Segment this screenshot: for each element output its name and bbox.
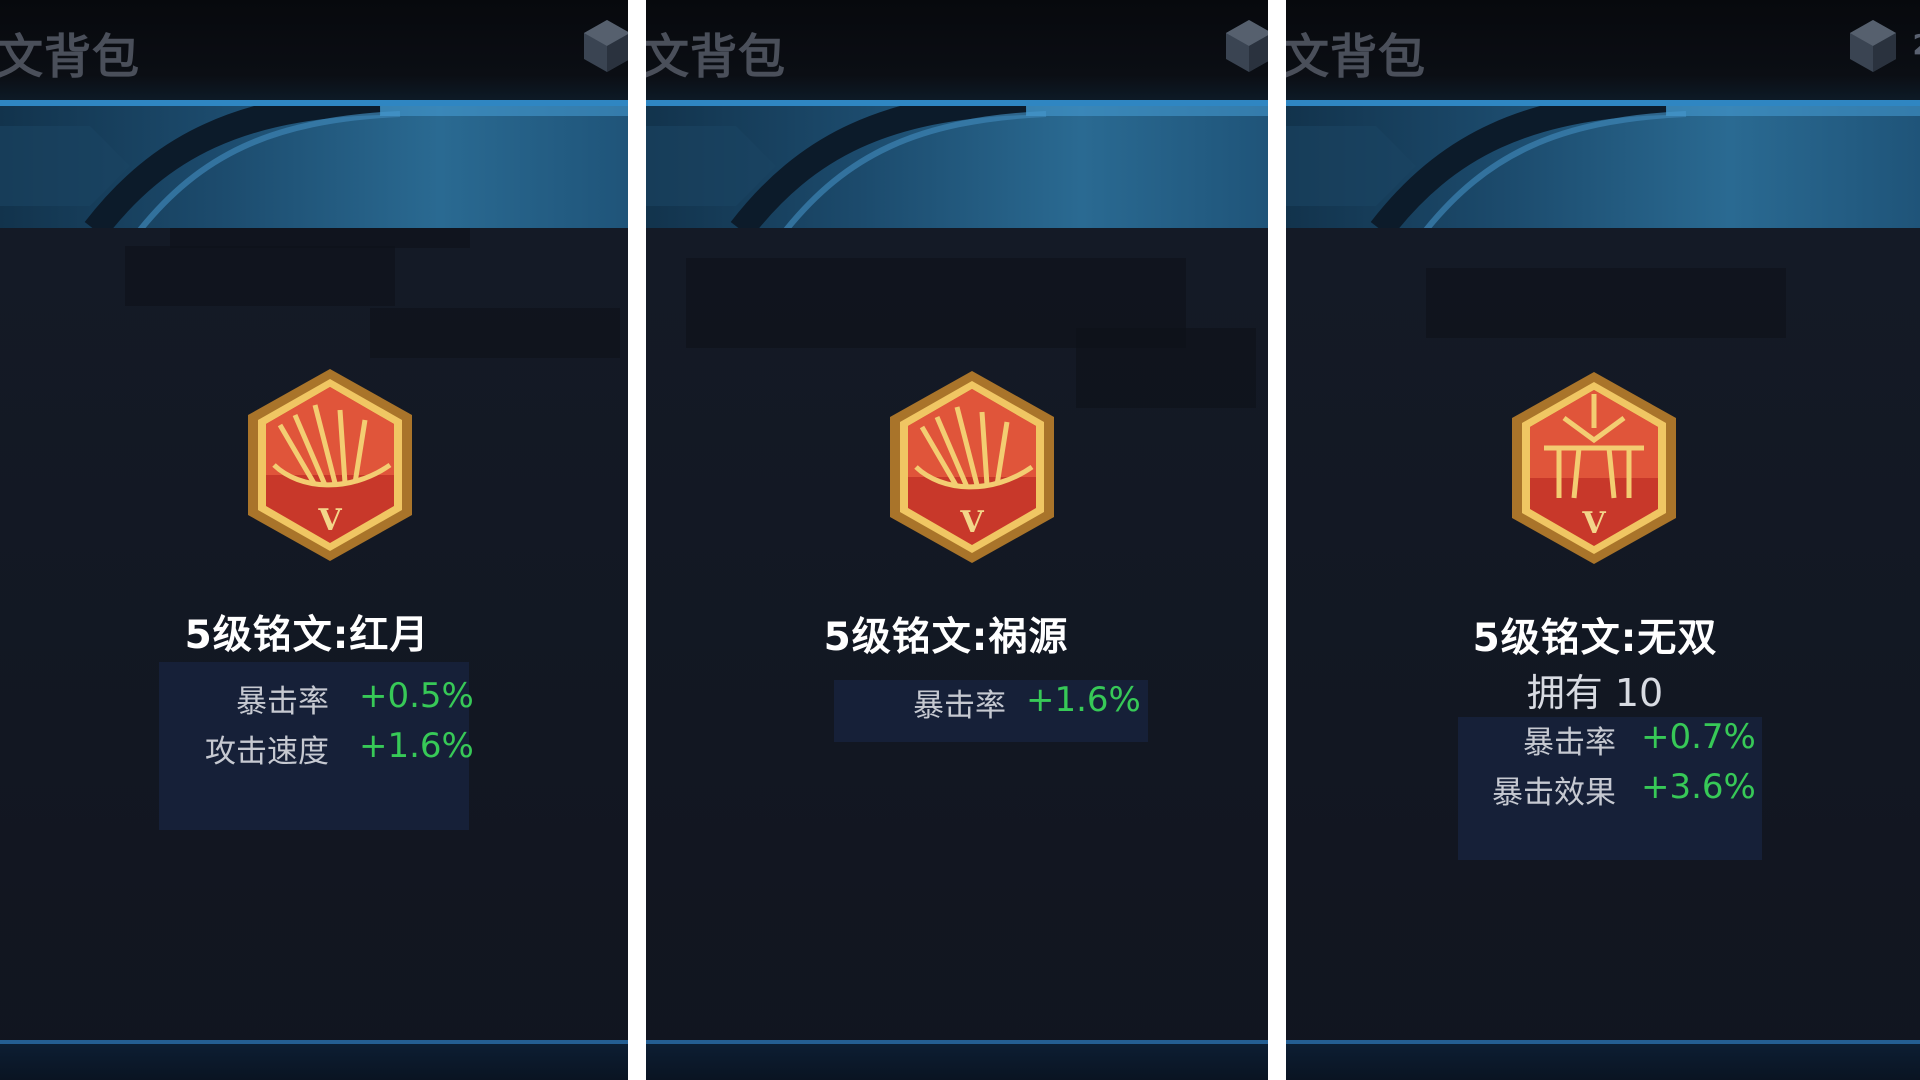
banner	[1286, 100, 1920, 234]
stat-label: 暴击效果	[1492, 775, 1616, 811]
red-moon-rune-icon: V	[248, 369, 412, 561]
rune-panel-2: 文背包 V 5级铭文:祸源 暴击率 +1.6%	[646, 0, 1268, 1080]
crystal-cube-icon	[584, 20, 628, 72]
page-title: 文背包	[0, 30, 140, 85]
stat-value: +3.6%	[1641, 767, 1756, 807]
rune-name: 5级铭文:红月	[184, 613, 430, 658]
owned-count: 拥有 10	[1526, 671, 1664, 715]
stat-box: 暴击率 +0.5% 攻击速度 +1.6%	[159, 662, 474, 830]
top-bar: 文背包 2	[1286, 0, 1920, 100]
stat-label: 攻击速度	[205, 734, 329, 770]
stat-label: 暴击率	[913, 688, 1006, 724]
stat-label: 暴击率	[1523, 725, 1616, 761]
stat-value: +1.6%	[359, 726, 474, 766]
stat-row: 暴击率 +0.7%	[1458, 717, 1762, 765]
stat-value: +0.5%	[359, 676, 474, 716]
stat-box: 暴击率 +0.7% 暴击效果 +3.6%	[1458, 717, 1762, 860]
stat-value: +1.6%	[1026, 680, 1141, 720]
crystal-cube-icon	[1226, 20, 1268, 72]
svg-text:V: V	[959, 505, 984, 540]
svg-text:V: V	[317, 503, 342, 538]
stat-row: 暴击效果 +3.6%	[1458, 767, 1762, 815]
stat-row: 暴击率 +0.5%	[159, 676, 474, 724]
rune-name: 5级铭文:祸源	[823, 615, 1069, 660]
rune-panel-1: 文背包 V 5级铭文:红月 暴击率 +0.5% 攻击速度 +1.6%	[0, 0, 628, 1080]
stat-row: 攻击速度 +1.6%	[159, 726, 474, 774]
rune-name: 5级铭文:无双	[1472, 616, 1718, 661]
top-bar: 文背包	[646, 0, 1268, 100]
page-title: 文背包	[646, 30, 786, 85]
stat-label: 暴击率	[236, 684, 329, 720]
stat-value: +0.7%	[1641, 717, 1756, 757]
bottom-strip	[646, 1040, 1268, 1080]
banner	[0, 100, 628, 234]
page-title: 文背包	[1286, 30, 1426, 85]
corner-number: 2	[1913, 28, 1920, 61]
rune-panel-3: 文背包 2 V 5级铭文:无双 拥有 10 暴击率 +0.7%	[1286, 0, 1920, 1080]
crystal-cube-icon	[1850, 20, 1896, 72]
svg-text:V: V	[1581, 506, 1606, 541]
stat-box: 暴击率 +1.6%	[834, 680, 1148, 742]
peerless-rune-icon: V	[1512, 372, 1676, 564]
calamity-source-rune-icon: V	[890, 371, 1054, 563]
bottom-strip	[1286, 1040, 1920, 1080]
stat-row: 暴击率 +1.6%	[834, 680, 1148, 728]
bottom-strip	[0, 1040, 628, 1080]
banner	[646, 100, 1268, 234]
top-bar: 文背包	[0, 0, 628, 100]
